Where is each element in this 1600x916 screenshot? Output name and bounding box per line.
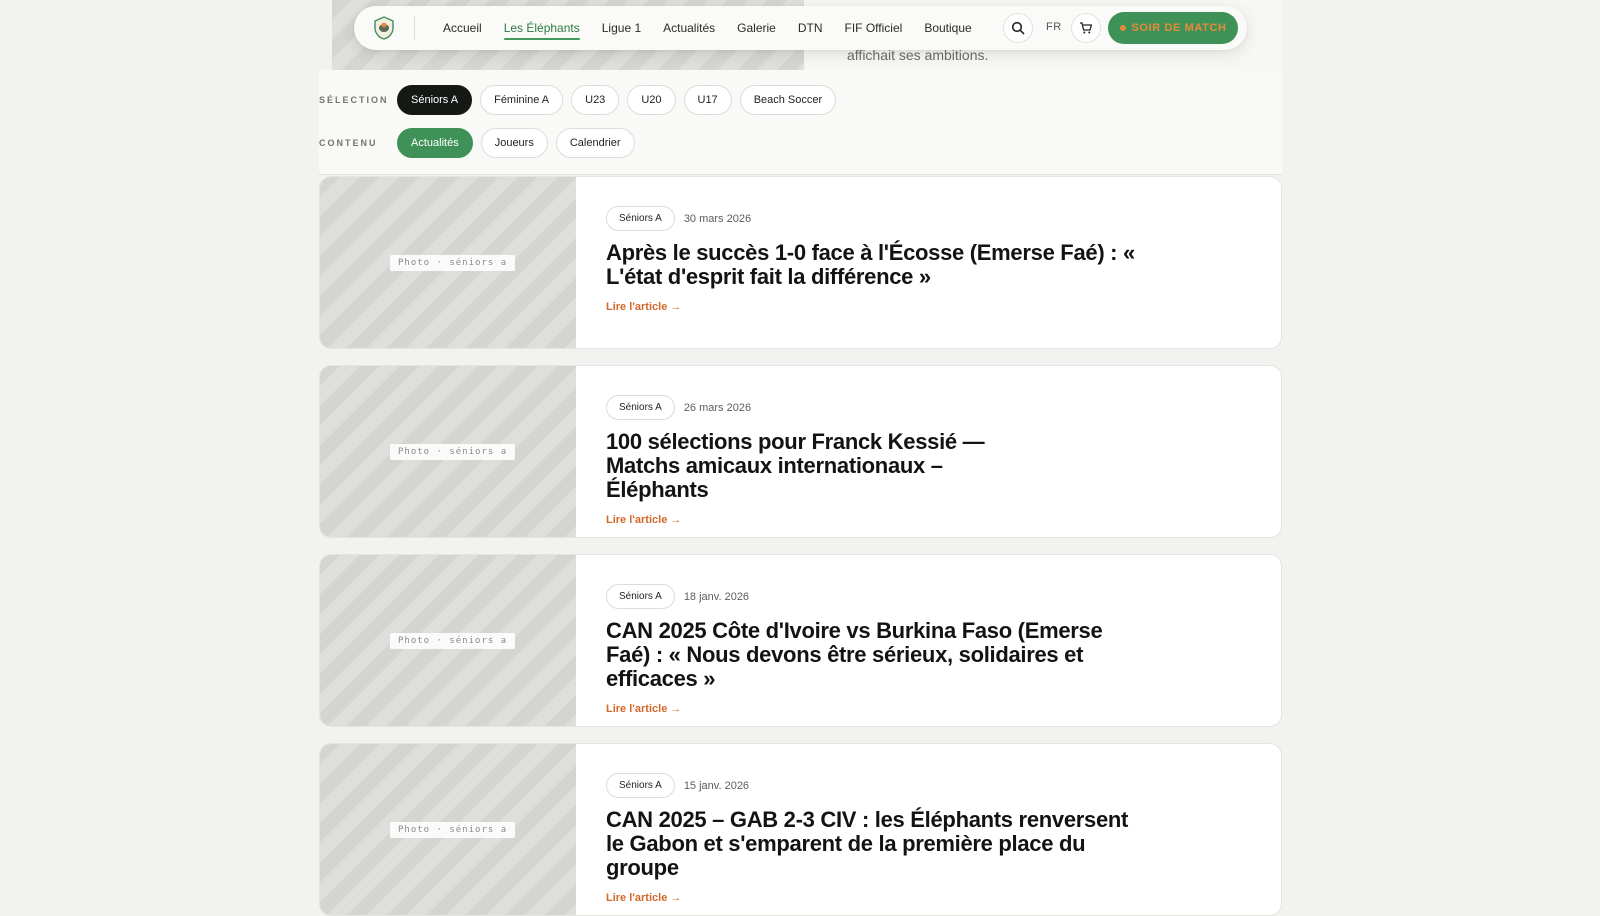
read-article-link[interactable]: Lire l'article → xyxy=(606,892,681,904)
content-label: CONTENU xyxy=(319,138,378,148)
article-card[interactable]: Photo · séniors a Séniors A 18 janv. 202… xyxy=(319,554,1282,727)
article-image: Photo · séniors a xyxy=(320,744,576,915)
pill-seniors-a[interactable]: Séniors A xyxy=(397,85,473,115)
article-date: 30 mars 2026 xyxy=(683,212,752,225)
article-image: Photo · séniors a xyxy=(320,366,576,537)
article-title[interactable]: Après le succès 1-0 face à l'Écosse (Eme… xyxy=(606,241,1136,289)
image-placeholder-label: Photo · séniors a xyxy=(390,821,516,838)
search-button[interactable] xyxy=(1003,13,1033,43)
article-date: 15 janv. 2026 xyxy=(683,779,750,792)
nav-link-boutique[interactable]: Boutique xyxy=(924,21,971,35)
article-title[interactable]: 100 sélections pour Franck Kessié — Matc… xyxy=(606,430,1046,502)
category-badge: Séniors A xyxy=(606,206,675,231)
match-night-label: SOIR DE MATCH xyxy=(1131,22,1227,34)
filter-bar: SÉLECTION Séniors A Féminine A U23 U20 U… xyxy=(319,70,1282,175)
nav-link-fif-officiel[interactable]: FIF Officiel xyxy=(845,21,903,35)
language-switcher[interactable]: FR xyxy=(1046,21,1062,33)
nav-link-ligue-1[interactable]: Ligue 1 xyxy=(602,21,641,35)
category-badge: Séniors A xyxy=(606,584,675,609)
article-date: 26 mars 2026 xyxy=(683,401,752,414)
pill-actualites[interactable]: Actualités xyxy=(397,128,473,158)
pill-u23[interactable]: U23 xyxy=(571,85,620,115)
cart-button[interactable] xyxy=(1071,13,1101,43)
category-badge: Séniors A xyxy=(606,773,675,798)
article-image: Photo · séniors a xyxy=(320,177,576,348)
pill-u20[interactable]: U20 xyxy=(627,85,676,115)
main-navbar: Accueil Les Éléphants Ligue 1 Actualités… xyxy=(354,6,1247,50)
fif-logo-icon[interactable] xyxy=(373,16,395,40)
nav-link-les-elephants[interactable]: Les Éléphants xyxy=(503,21,580,40)
article-title[interactable]: CAN 2025 Côte d'Ivoire vs Burkina Faso (… xyxy=(606,619,1136,691)
content-filter-row: CONTENU Actualités Joueurs Calendrier xyxy=(319,128,635,158)
category-badge: Séniors A xyxy=(606,395,675,420)
read-article-link[interactable]: Lire l'article → xyxy=(606,301,681,313)
cart-icon xyxy=(1080,22,1093,34)
search-icon xyxy=(1011,21,1025,35)
pill-joueurs[interactable]: Joueurs xyxy=(480,128,548,158)
image-placeholder-label: Photo · séniors a xyxy=(390,443,516,460)
nav-link-accueil[interactable]: Accueil xyxy=(443,21,482,35)
selection-filter-row: SÉLECTION Séniors A Féminine A U23 U20 U… xyxy=(319,85,837,115)
nav-link-actualites[interactable]: Actualités xyxy=(663,21,715,35)
article-title[interactable]: CAN 2025 – GAB 2-3 CIV : les Éléphants r… xyxy=(606,808,1136,880)
article-date: 18 janv. 2026 xyxy=(683,590,750,603)
image-placeholder-label: Photo · séniors a xyxy=(390,254,516,271)
nav-link-galerie[interactable]: Galerie xyxy=(737,21,776,35)
selection-label: SÉLECTION xyxy=(319,95,389,105)
pill-calendrier[interactable]: Calendrier xyxy=(555,128,635,158)
live-dot-icon xyxy=(1119,25,1126,31)
read-article-link[interactable]: Lire l'article → xyxy=(606,703,681,715)
pill-beach-soccer[interactable]: Beach Soccer xyxy=(739,85,837,115)
article-card[interactable]: Photo · séniors a Séniors A 26 mars 2026… xyxy=(319,365,1282,538)
pill-feminine-a[interactable]: Féminine A xyxy=(480,85,564,115)
nav-divider xyxy=(414,16,415,40)
article-card[interactable]: Photo · séniors a Séniors A 30 mars 2026… xyxy=(319,176,1282,349)
pill-u17[interactable]: U17 xyxy=(683,85,732,115)
match-night-button[interactable]: SOIR DE MATCH xyxy=(1108,12,1238,44)
article-card[interactable]: Photo · séniors a Séniors A 15 janv. 202… xyxy=(319,743,1282,916)
nav-link-dtn[interactable]: DTN xyxy=(798,21,823,35)
read-article-link[interactable]: Lire l'article → xyxy=(606,514,681,526)
article-image: Photo · séniors a xyxy=(320,555,576,726)
image-placeholder-label: Photo · séniors a xyxy=(390,632,516,649)
nav-links: Accueil Les Éléphants Ligue 1 Actualités… xyxy=(443,6,972,50)
